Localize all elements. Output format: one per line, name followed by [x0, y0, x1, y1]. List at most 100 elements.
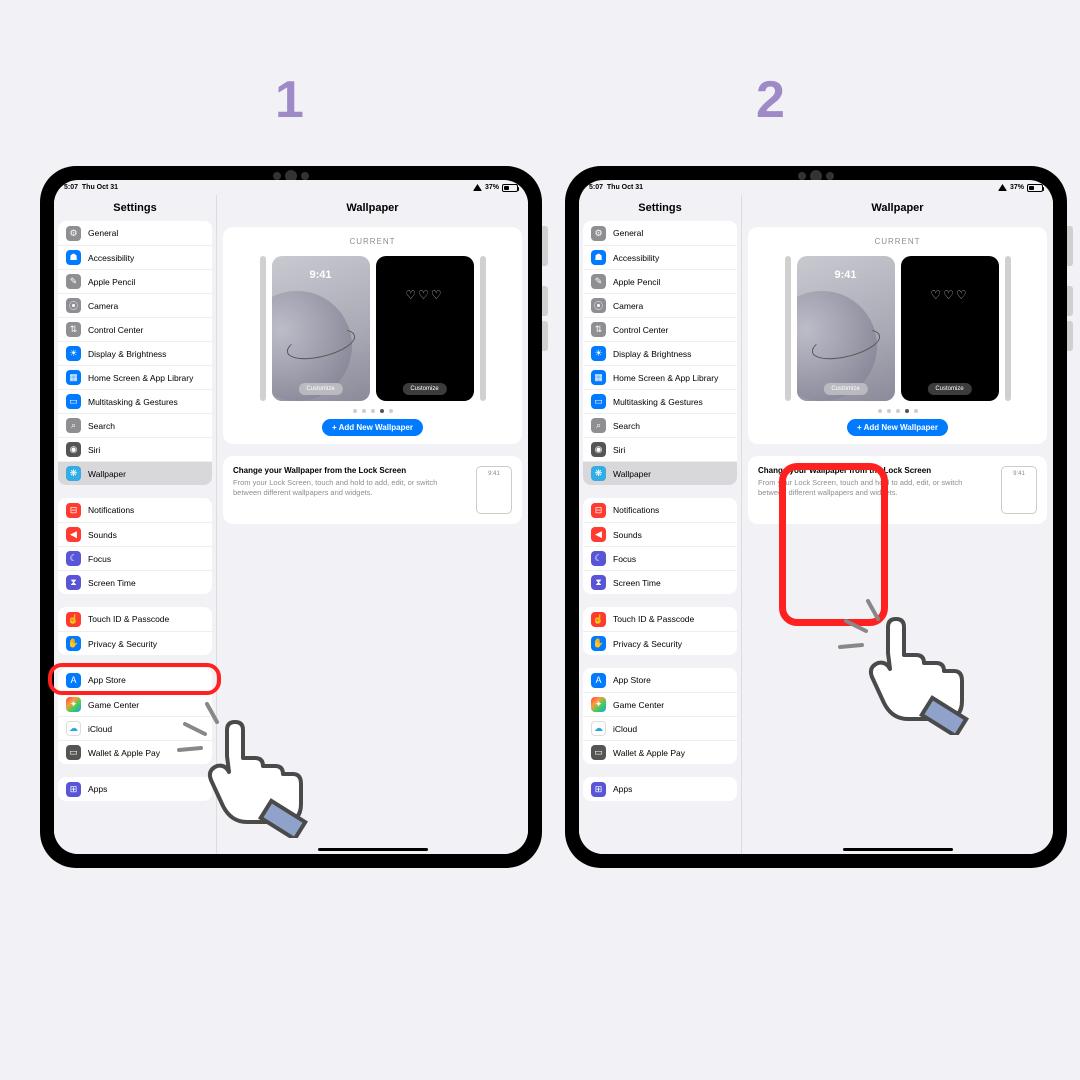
appstore-icon: A: [591, 673, 606, 688]
sidebar-item-search[interactable]: ⌕Search: [583, 413, 737, 437]
sidebar-item-app-store[interactable]: AApp Store: [583, 668, 737, 692]
sidebar-item-display-brightness[interactable]: ☀ Display & Brightness: [583, 341, 737, 365]
sidebar-item-sounds[interactable]: ◀Sounds: [583, 522, 737, 546]
gear-icon: ⚙: [66, 226, 81, 241]
rects-icon: ▭: [591, 394, 606, 409]
sidebar-item-search[interactable]: ⌕Search: [58, 413, 212, 437]
sidebar-item-general[interactable]: ⚙General: [583, 221, 737, 245]
sidebar-item-focus[interactable]: ☾Focus: [583, 546, 737, 570]
sidebar-item-multitasking-gestures[interactable]: ▭Multitasking & Gestures: [58, 389, 212, 413]
siri-icon: ◉: [66, 442, 81, 457]
status-time: 5:07: [64, 184, 78, 191]
speaker-icon: ◀: [66, 527, 81, 542]
sidebar-item-home-screen-app-library[interactable]: ▦Home Screen & App Library: [58, 365, 212, 389]
hourglass-icon: ⧗: [591, 575, 606, 590]
lockscreen-thumb[interactable]: — · — 9:41 Customize: [797, 256, 895, 401]
bell-icon: ⊟: [66, 503, 81, 518]
sidebar-item-control-center[interactable]: ⇅Control Center: [58, 317, 212, 341]
sidebar-item-app-store[interactable]: AApp Store: [58, 668, 212, 692]
sun-icon: ☀: [591, 346, 606, 361]
sidebar-item-label: Accessibility: [613, 253, 659, 263]
homescreen-thumb[interactable]: ♡♡♡ Customize: [376, 256, 474, 401]
sidebar-item-label: General: [88, 228, 118, 238]
sidebar-item-privacy-security[interactable]: ✋Privacy & Security: [58, 631, 212, 655]
sidebar-item-multitasking-gestures[interactable]: ▭Multitasking & Gestures: [583, 389, 737, 413]
pencil-icon: ✎: [591, 274, 606, 289]
battery-icon: [1027, 184, 1043, 192]
power-button: [1067, 226, 1073, 266]
sidebar-item-wallet-apple-pay[interactable]: ▭Wallet & Apple Pay: [583, 740, 737, 764]
sidebar-item-label: Search: [613, 421, 640, 431]
sidebar-title: Settings: [54, 195, 216, 221]
sidebar-item-sounds[interactable]: ◀Sounds: [58, 522, 212, 546]
volume-up: [1067, 286, 1073, 316]
next-peek[interactable]: [480, 256, 486, 401]
sidebar-item-label: Notifications: [88, 505, 134, 515]
sidebar-item-focus[interactable]: ☾Focus: [58, 546, 212, 570]
prev-peek[interactable]: [260, 256, 266, 401]
current-label: CURRENT: [231, 237, 514, 246]
sidebar-item-home-screen-app-library[interactable]: ▦ Home Screen & App Library: [583, 365, 737, 389]
lockscreen-thumb[interactable]: — · — 9:41 Customize: [272, 256, 370, 401]
sidebar-item-wallpaper[interactable]: ❋Wallpaper: [583, 461, 737, 485]
customize-home-button[interactable]: Customize: [927, 383, 971, 395]
sidebar-item-touch-id-passcode[interactable]: ☝Touch ID & Passcode: [583, 607, 737, 631]
sidebar-item-siri[interactable]: ◉Siri: [583, 437, 737, 461]
grid-icon: ▦: [66, 370, 81, 385]
sidebar-item-screen-time[interactable]: ⧗Screen Time: [58, 570, 212, 594]
sidebar-item-game-center[interactable]: ✦Game Center: [583, 692, 737, 716]
sidebar-item-apps[interactable]: ⊞Apps: [583, 777, 737, 801]
sidebar-item-touch-id-passcode[interactable]: ☝Touch ID & Passcode: [58, 607, 212, 631]
add-new-wallpaper-button[interactable]: + Add New Wallpaper: [847, 419, 948, 436]
sun-icon: ☀: [66, 346, 81, 361]
sidebar-item-camera[interactable]: ⦿Camera: [58, 293, 212, 317]
ipad-device-2: 5:07 Thu Oct 31 37%Settings⚙General☗Acce…: [565, 166, 1067, 868]
sidebar-item-label: Display & Brightness: [613, 349, 691, 359]
sidebar-item-notifications[interactable]: ⊟ Notifications: [58, 498, 212, 522]
sidebar-item-label: Apps: [88, 784, 107, 794]
sidebar-item-control-center[interactable]: ⇅Control Center: [583, 317, 737, 341]
sidebar-item-notifications[interactable]: ⊟Notifications: [583, 498, 737, 522]
sidebar-item-privacy-security[interactable]: ✋Privacy & Security: [583, 631, 737, 655]
sidebar-item-label: Touch ID & Passcode: [613, 614, 694, 624]
sidebar-item-siri[interactable]: ◉Siri: [58, 437, 212, 461]
customize-home-button[interactable]: Customize: [402, 383, 446, 395]
homescreen-thumb[interactable]: ♡♡♡ Customize: [901, 256, 999, 401]
sidebar-item-label: Display & Brightness: [88, 349, 166, 359]
sidebar-item-accessibility[interactable]: ☗Accessibility: [58, 245, 212, 269]
sidebar-item-screen-time[interactable]: ⧗Screen Time: [583, 570, 737, 594]
power-button: [542, 226, 548, 266]
add-new-wallpaper-button[interactable]: + Add New Wallpaper: [322, 419, 423, 436]
pager-dots: [756, 409, 1039, 413]
sidebar-item-apple-pencil[interactable]: ✎Apple Pencil: [583, 269, 737, 293]
volume-up: [542, 286, 548, 316]
content-title: Wallpaper: [742, 195, 1053, 221]
sidebar-item-general[interactable]: ⚙ General: [58, 221, 212, 245]
sidebar-item-label: Wallet & Apple Pay: [88, 748, 160, 758]
switches-icon: ⇅: [591, 322, 606, 337]
sidebar-item-display-brightness[interactable]: ☀ Display & Brightness: [58, 341, 212, 365]
wifi-icon: [998, 184, 1007, 191]
status-date: Thu Oct 31: [607, 184, 643, 191]
customize-lock-button[interactable]: Customize: [823, 383, 867, 395]
sidebar-item-camera[interactable]: ⦿Camera: [583, 293, 737, 317]
sidebar-item-label: Game Center: [88, 700, 139, 710]
sidebar-item-label: Wallpaper: [613, 469, 651, 479]
grid-icon: ▦: [591, 370, 606, 385]
hourglass-icon: ⧗: [66, 575, 81, 590]
sidebar-item-wallpaper[interactable]: ❋Wallpaper: [58, 461, 212, 485]
prev-peek[interactable]: [785, 256, 791, 401]
sidebar-item-label: Camera: [613, 301, 643, 311]
sidebar-item-accessibility[interactable]: ☗Accessibility: [583, 245, 737, 269]
sidebar-item-label: Control Center: [88, 325, 143, 335]
rects-icon: ▭: [66, 394, 81, 409]
next-peek[interactable]: [1005, 256, 1011, 401]
home-indicator: [843, 848, 953, 851]
sidebar-item-label: Home Screen & App Library: [613, 373, 718, 383]
sidebar-item-label: Apps: [613, 784, 632, 794]
status-bar: 5:07 Thu Oct 31 37%: [579, 180, 1053, 195]
sidebar-item-apple-pencil[interactable]: ✎Apple Pencil: [58, 269, 212, 293]
customize-lock-button[interactable]: Customize: [298, 383, 342, 395]
pencil-icon: ✎: [66, 274, 81, 289]
sidebar-item-icloud[interactable]: ☁iCloud: [583, 716, 737, 740]
